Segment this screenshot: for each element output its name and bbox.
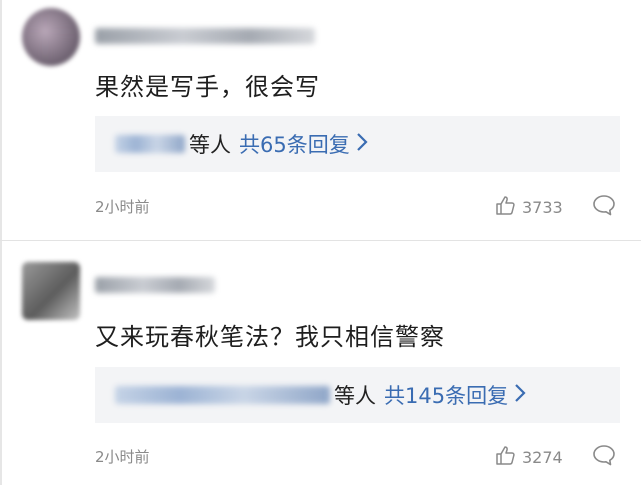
chevron-right-icon [356, 132, 368, 156]
comment-bubble-icon[interactable] [592, 194, 616, 220]
username-blurred[interactable] [95, 277, 215, 293]
chevron-right-icon [514, 383, 526, 407]
like-count: 3274 [522, 447, 563, 467]
comment-bubble-icon[interactable] [592, 444, 616, 470]
like-button[interactable]: 3274 [494, 444, 563, 470]
thumbs-up-icon [494, 194, 522, 220]
comment-item: 又来玩春秋笔法？我只相信警察 等人 共145条回复 2小时前 3274 [0, 241, 641, 485]
replies-preview[interactable]: 等人 共145条回复 [95, 367, 620, 423]
replier-names-blurred [115, 386, 330, 404]
username-blurred[interactable] [95, 28, 315, 44]
thumbs-up-icon [494, 444, 522, 470]
avatar[interactable] [22, 8, 80, 66]
timestamp: 2小时前 [95, 198, 150, 216]
avatar[interactable] [22, 262, 80, 320]
replies-suffix: 等人 [334, 384, 376, 408]
like-count: 3733 [522, 197, 563, 217]
like-button[interactable]: 3733 [494, 194, 563, 220]
replies-preview[interactable]: 等人 共65条回复 [95, 116, 620, 172]
view-replies-link[interactable]: 共65条回复 [239, 129, 350, 159]
comment-text: 又来玩春秋笔法？我只相信警察 [95, 323, 445, 351]
timestamp: 2小时前 [95, 448, 150, 466]
replies-suffix: 等人 [189, 133, 231, 157]
comment-text: 果然是写手，很会写 [95, 73, 320, 101]
comment-item: 果然是写手，很会写 等人 共65条回复 2小时前 3733 [0, 0, 641, 240]
view-replies-link[interactable]: 共145条回复 [384, 380, 508, 410]
replier-names-blurred [115, 135, 185, 153]
